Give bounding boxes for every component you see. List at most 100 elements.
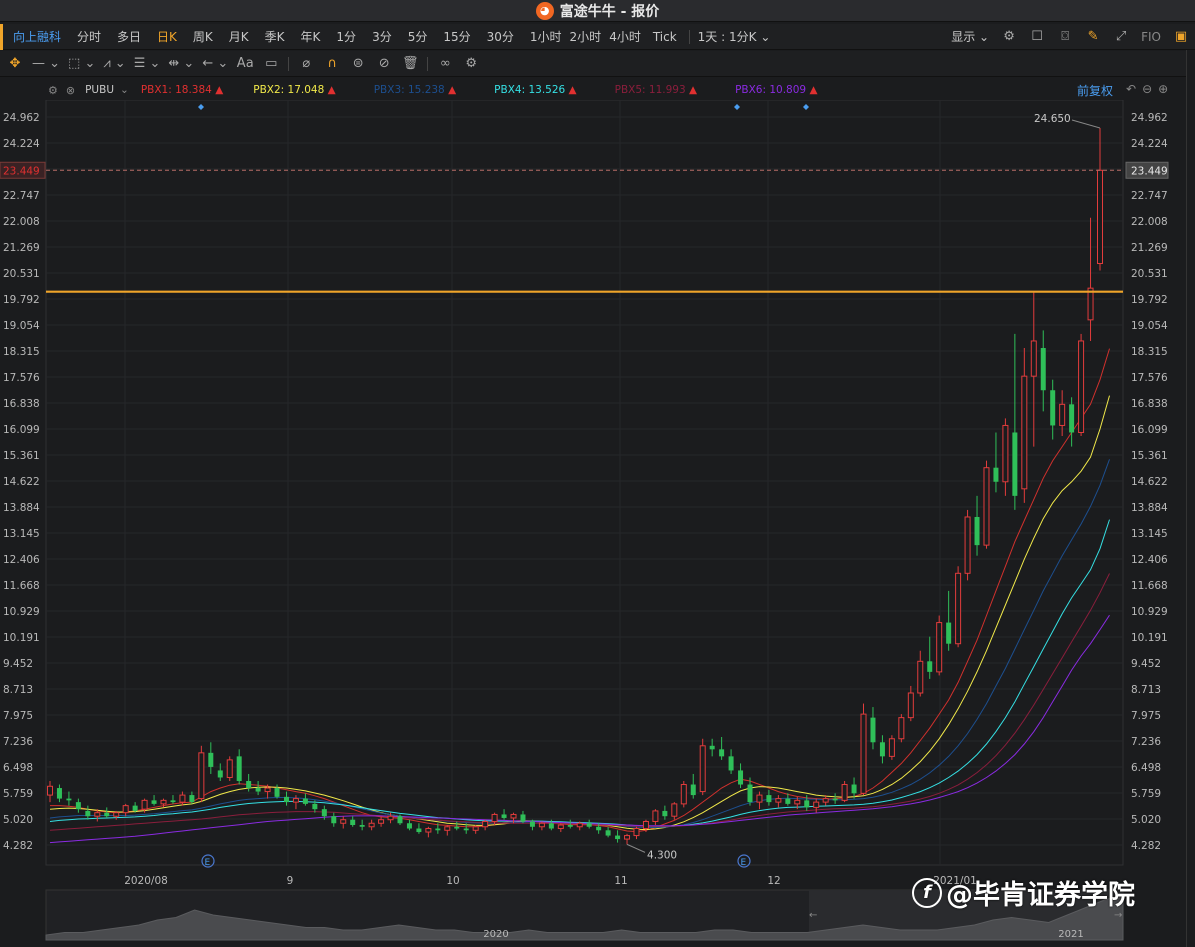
y-tick-label: 22.008 (3, 216, 40, 228)
candle-body (416, 828, 422, 833)
fullscreen-icon[interactable]: ⤢ (1113, 29, 1129, 45)
candle-body (804, 800, 810, 808)
magnet-icon[interactable]: ∩ (323, 54, 341, 74)
fib-tool-icon[interactable]: ☰ ⌄ (134, 54, 161, 74)
y-tick-label: 20.531 (3, 268, 40, 280)
y-tick-label: 17.576 (1131, 372, 1168, 384)
adjust-mode-button[interactable]: 前复权 (1077, 82, 1113, 99)
candle-body (624, 835, 631, 840)
range-tool-icon[interactable]: ⇹ ⌄ (168, 54, 194, 74)
text-tool-icon[interactable]: Aa (236, 54, 254, 74)
y-tick-label: 12.406 (1131, 554, 1168, 566)
period-tab-tick[interactable]: Tick (653, 30, 677, 44)
period-tab-monthly[interactable]: 月K (229, 28, 249, 45)
triangle-up-icon: ▲ (689, 84, 698, 96)
chevron-down-icon[interactable]: ⌄ (120, 84, 129, 96)
candle-body (472, 826, 479, 831)
display-dropdown[interactable]: 显示 ⌄ (951, 28, 989, 45)
hide-icon[interactable]: ⊘ (375, 54, 393, 74)
ma-line-pbx4 (49, 519, 1110, 827)
y-tick-label: 7.236 (1131, 736, 1161, 748)
period-tab-1min[interactable]: 1分 (336, 28, 356, 45)
period-tab-3min[interactable]: 3分 (372, 28, 392, 45)
candle-body (567, 825, 573, 827)
y-tick-label: 9.452 (1131, 658, 1161, 670)
rectangle-tool-icon[interactable]: ⬚ ⌄ (68, 54, 95, 74)
candle-body (170, 800, 176, 803)
arrow-tool-icon[interactable]: ← ⌄ (202, 54, 228, 74)
crosshair-move-icon[interactable]: ✥ (6, 54, 24, 74)
candle-body (832, 798, 838, 801)
candle-body (680, 784, 687, 805)
watermark-logo-icon: f (912, 877, 942, 908)
candle-body (671, 803, 678, 817)
candle-body (841, 784, 848, 801)
checkbox-icon[interactable]: ☐ (1029, 29, 1045, 45)
y-tick-label: 22.747 (1131, 190, 1168, 202)
sync-icon[interactable]: ⊜ (349, 54, 367, 74)
divider (688, 29, 690, 44)
range-dropdown[interactable]: 1天 : 1分K ⌄ (698, 28, 771, 45)
candle-body (378, 819, 385, 824)
period-tab-5min[interactable]: 5分 (408, 28, 428, 45)
close-circle-icon[interactable]: ⊗ (66, 84, 75, 97)
plus-circle-icon[interactable]: ⊕ (1158, 82, 1168, 96)
settings-gear-icon[interactable]: ⚙ (1001, 29, 1017, 45)
candle-body (189, 795, 195, 803)
candle-body (85, 810, 91, 817)
undo-icon[interactable]: ↶ (1126, 82, 1136, 96)
candle-body (226, 759, 233, 778)
y-tick-label: 19.054 (3, 320, 40, 332)
period-tab-intraday[interactable]: 分时 (77, 28, 101, 45)
candlestick-chart[interactable]: 24.962 24.224 23.449 22.747 22.008 21.269 20.5… (0, 100, 1186, 947)
period-tab-4h[interactable]: 4小时 (609, 28, 641, 45)
futu-logo-icon: ◕ (535, 1, 554, 20)
candle-body (406, 823, 412, 829)
trash-icon[interactable]: 🗑 (401, 54, 419, 74)
candle-body (557, 824, 564, 830)
period-tab-30min[interactable]: 30分 (487, 28, 514, 45)
margin-link[interactable]: 向上融科 (13, 28, 61, 45)
y-tick-label: 16.099 (3, 424, 40, 436)
indicator-settings-icon[interactable]: ⚙ (48, 84, 58, 97)
display-label: 显示 (951, 30, 976, 44)
x-tick-label: 10 (446, 875, 459, 887)
candle-body (879, 742, 885, 757)
period-tab-1h[interactable]: 1小时 (530, 28, 562, 45)
candle-body (246, 781, 252, 789)
wave-tool-icon[interactable]: ⩘ ⌄ (103, 54, 125, 74)
period-tab-multiday[interactable]: 多日 (117, 28, 141, 45)
x-tick-label: 12 (767, 875, 780, 887)
eraser-icon[interactable]: ⌀ (297, 54, 315, 74)
triangle-up-icon: ▲ (327, 84, 336, 96)
candle-body (236, 756, 242, 782)
y-tick-label: 15.361 (3, 450, 40, 462)
candle-body (1030, 340, 1037, 377)
period-bar-right: 显示 ⌄ ⚙ ☐ ⌼ ✎ ⤢ FIO ▣ (951, 28, 1189, 45)
period-tab-quarterly[interactable]: 季K (265, 28, 285, 45)
candle-body (822, 798, 829, 803)
period-tab-2h[interactable]: 2小时 (570, 28, 602, 45)
period-tab-daily[interactable]: 日K (157, 28, 177, 45)
minus-circle-icon[interactable]: ⊖ (1142, 82, 1152, 96)
comment-tool-icon[interactable]: ▭ (262, 54, 280, 74)
candle-body (113, 812, 120, 817)
pencil-icon[interactable]: ✎ (1085, 29, 1101, 45)
period-tab-yearly[interactable]: 年K (301, 28, 321, 45)
link-icon[interactable]: ∞ (436, 54, 454, 74)
window-titlebar: ◕ 富途牛牛 - 报价 (0, 0, 1195, 22)
camera-icon[interactable]: ⌼ (1057, 29, 1073, 45)
period-tab-weekly[interactable]: 周K (193, 28, 213, 45)
tool-settings-icon[interactable]: ⚙ (462, 54, 480, 74)
fio-button[interactable]: FIO (1141, 30, 1161, 44)
candle-body (132, 805, 138, 811)
triangle-up-icon: ▲ (448, 84, 457, 96)
y-tick-label: 6.498 (1131, 762, 1161, 774)
y-tick-label: 16.838 (1131, 398, 1168, 410)
panel-toggle-icon[interactable]: ▣ (1173, 29, 1189, 45)
line-tool-icon[interactable]: — ⌄ (32, 54, 60, 74)
candle-body (482, 820, 489, 828)
candle-body (292, 798, 299, 803)
y-tick-label: 24.224 (3, 138, 40, 150)
period-tab-15min[interactable]: 15分 (443, 28, 470, 45)
